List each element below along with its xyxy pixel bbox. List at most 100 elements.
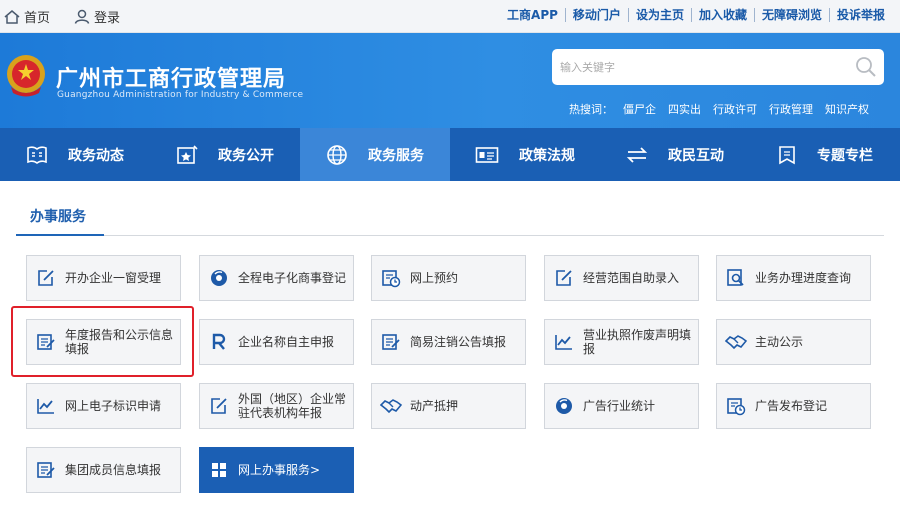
grid-icon [208, 459, 230, 481]
site-title: 广州市工商行政管理局 [56, 67, 287, 92]
nav-item-label: 政策法规 [519, 147, 575, 164]
service-open-business[interactable]: 开办企业一窗受理 [26, 255, 181, 301]
service-ad-statistics[interactable]: 广告行业统计 [544, 383, 699, 429]
edit-doc-icon [35, 267, 57, 289]
search-box [552, 49, 884, 85]
complaint-link[interactable]: 投诉举报 [828, 8, 892, 22]
nav-item-publish[interactable]: 政务公开 [150, 128, 300, 181]
service-e-mark[interactable]: 网上电子标识申请 [26, 383, 181, 429]
publish-icon [177, 144, 198, 164]
service-label: 企业名称自主申报 [238, 335, 335, 349]
service-simple-cancel[interactable]: 简易注销公告填报 [371, 319, 526, 365]
id-card-icon [475, 146, 499, 163]
form-edit-icon [380, 331, 402, 353]
home-icon [4, 9, 20, 24]
emblem-icon [7, 55, 45, 97]
hot-keyword[interactable]: 僵尸企 [623, 101, 656, 117]
login-link-label: 登录 [94, 11, 121, 26]
disc-icon [553, 395, 575, 417]
form-edit-icon [35, 459, 57, 481]
service-public-disclosure[interactable]: 主动公示 [716, 319, 871, 365]
globe-icon [327, 144, 347, 165]
nav-item-label: 政民互动 [668, 147, 724, 164]
service-label: 集团成员信息填报 [65, 463, 162, 477]
home-link-label: 首页 [24, 11, 51, 26]
service-label: 营业执照作废声明填报 [583, 328, 692, 356]
exchange-icon [626, 146, 648, 163]
service-e-registration[interactable]: 全程电子化商事登记 [199, 255, 354, 301]
service-label: 开办企业一窗受理 [65, 271, 162, 285]
section-active-underline [16, 234, 104, 236]
service-label: 外国（地区）企业常驻代表机构年报 [238, 392, 347, 420]
letter-r-icon [208, 331, 230, 353]
search-icon[interactable] [855, 56, 877, 78]
hot-keyword[interactable]: 行政许可 [713, 101, 757, 117]
site-subtitle: Guangzhou Administration for Industry & … [57, 90, 304, 100]
add-favorite-link[interactable]: 加入收藏 [690, 8, 754, 22]
nav-item-policy[interactable]: 政策法规 [450, 128, 600, 181]
nav-item-special[interactable]: 专题专栏 [750, 128, 900, 181]
chart-doc-icon [35, 395, 57, 417]
app-link[interactable]: 工商APP [500, 8, 565, 22]
home-link[interactable]: 首页 [4, 7, 50, 26]
service-label: 主动公示 [755, 335, 804, 349]
service-label: 广告行业统计 [583, 399, 656, 413]
service-label: 简易注销公告填报 [410, 335, 507, 349]
top-bar: 首页 登录 工商APP 移动门户 设为主页 加入收藏 无障碍浏览 投诉举报 [0, 0, 900, 33]
service-name-declaration[interactable]: 企业名称自主申报 [199, 319, 354, 365]
search-doc-icon [725, 267, 747, 289]
nav-item-news[interactable]: 政务动态 [0, 128, 150, 181]
calendar-clock-icon [380, 267, 402, 289]
service-label: 全程电子化商事登记 [238, 271, 347, 285]
calendar-clock-icon [725, 395, 747, 417]
mobile-portal-link[interactable]: 移动门户 [564, 8, 628, 22]
service-label: 广告发布登记 [755, 399, 828, 413]
service-group-member[interactable]: 集团成员信息填报 [26, 447, 181, 493]
service-business-scope[interactable]: 经营范围自助录入 [544, 255, 699, 301]
service-ad-registration[interactable]: 广告发布登记 [716, 383, 871, 429]
service-label: 动产抵押 [410, 399, 459, 413]
service-online-booking[interactable]: 网上预约 [371, 255, 526, 301]
bookmark-icon [779, 145, 795, 164]
nav-item-label: 政务公开 [218, 147, 274, 164]
highlight-frame [11, 306, 194, 377]
service-progress-query[interactable]: 业务办理进度查询 [716, 255, 871, 301]
hot-keyword[interactable]: 知识产权 [825, 101, 869, 117]
handshake-icon [725, 331, 747, 353]
top-right-links: 工商APP 移动门户 设为主页 加入收藏 无障碍浏览 投诉举报 [500, 8, 892, 22]
news-icon [27, 145, 47, 164]
service-label: 网上办事服务> [238, 463, 321, 477]
hot-keywords: 热搜词： 僵尸企 四实出 行政许可 行政管理 知识产权 [569, 101, 881, 117]
nav-item-label: 专题专栏 [817, 147, 873, 164]
nav-item-label: 政务服务 [368, 147, 424, 164]
edit-doc-icon [208, 395, 230, 417]
login-link[interactable]: 登录 [74, 7, 120, 26]
accessibility-link[interactable]: 无障碍浏览 [753, 8, 829, 22]
hot-keyword[interactable]: 四实出 [668, 101, 701, 117]
nav-item-label: 政务动态 [68, 147, 124, 164]
chart-doc-icon [553, 331, 575, 353]
edit-doc-icon [553, 267, 575, 289]
hot-keyword[interactable]: 行政管理 [769, 101, 813, 117]
service-label: 网上预约 [410, 271, 459, 285]
main-nav: 政务动态 政务公开 政务服务 政策法规 政民互动 专题专栏 [0, 128, 900, 181]
section-divider [104, 235, 884, 236]
nav-item-services[interactable]: 政务服务 [300, 128, 450, 181]
service-license-void[interactable]: 营业执照作废声明填报 [544, 319, 699, 365]
top-left-links: 首页 登录 [4, 7, 144, 26]
disc-icon [208, 267, 230, 289]
service-foreign-office-report[interactable]: 外国（地区）企业常驻代表机构年报 [199, 383, 354, 429]
section-title[interactable]: 办事服务 [30, 206, 86, 226]
hot-label: 热搜词： [569, 103, 613, 116]
service-label: 业务办理进度查询 [755, 271, 852, 285]
handshake-icon [380, 395, 402, 417]
service-label: 网上电子标识申请 [65, 399, 162, 413]
set-homepage-link[interactable]: 设为主页 [627, 8, 691, 22]
online-services-button[interactable]: 网上办事服务> [199, 447, 354, 493]
user-icon [74, 9, 90, 24]
service-chattel-mortgage[interactable]: 动产抵押 [371, 383, 526, 429]
site-header: 广州市工商行政管理局 Guangzhou Administration for … [0, 33, 900, 128]
search-input[interactable] [560, 57, 840, 77]
service-label: 经营范围自助录入 [583, 271, 680, 285]
nav-item-interaction[interactable]: 政民互动 [600, 128, 750, 181]
